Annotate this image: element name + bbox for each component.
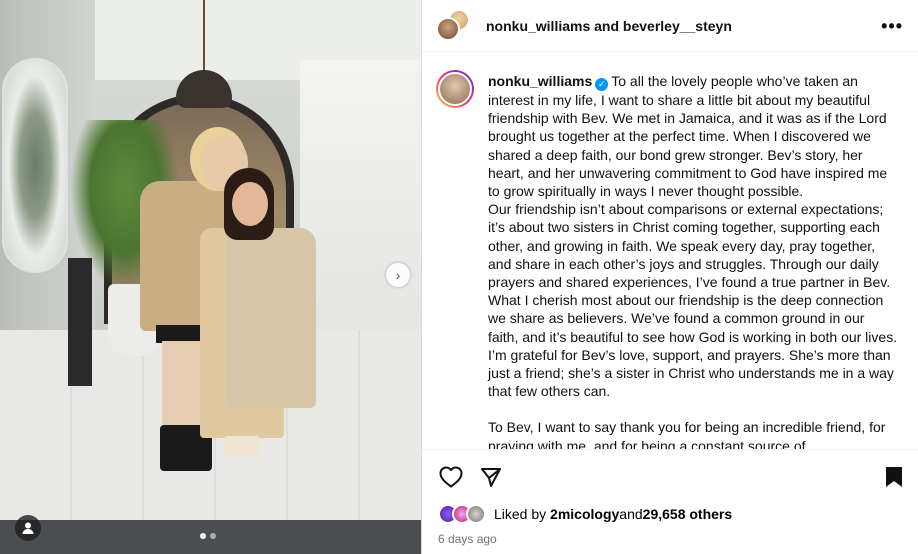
bookmark-icon (886, 467, 902, 487)
avatar (436, 16, 460, 41)
carousel-dot-active (200, 533, 206, 539)
post-details-panel: nonku_williams and beverley__steyn ••• n… (421, 0, 918, 554)
collab-avatars[interactable] (436, 8, 470, 43)
caption-paragraph-1: To all the lovely people who’ve taken an… (488, 73, 888, 200)
post-photo[interactable]: › (0, 0, 421, 554)
likes-prefix: Liked by (494, 506, 547, 522)
post-timestamp[interactable]: 6 days ago (438, 532, 497, 546)
photo-corridor (300, 60, 421, 360)
send-icon (481, 468, 501, 487)
likes-avatars (438, 504, 488, 524)
like-button[interactable] (438, 464, 464, 490)
caption-paragraph-3: To Bev, I want to say thank you for bein… (488, 419, 886, 449)
save-button[interactable] (881, 464, 907, 490)
carousel-next-button[interactable]: › (386, 263, 410, 287)
tagged-users-button[interactable] (15, 515, 41, 541)
avatar (438, 72, 472, 106)
caption-text: nonku_williams ✓ To all the lovely people … (488, 72, 898, 449)
likes-count-link[interactable]: 29,658 others (643, 506, 733, 522)
photo-pendant-wire (203, 0, 205, 72)
person-right-shoes (224, 436, 260, 456)
verified-badge-icon: ✓ (595, 78, 609, 91)
post-actions: Liked by 2micology and 29,658 others 6 d… (422, 449, 918, 554)
likes-user-link[interactable]: 2micology (550, 506, 619, 522)
caption-username[interactable]: nonku_williams (488, 73, 592, 89)
likes-middle: and (619, 506, 643, 522)
post-header: nonku_williams and beverley__steyn ••• (422, 0, 918, 52)
chevron-right-icon: › (395, 267, 401, 283)
person-right-face (232, 182, 268, 226)
heart-icon (439, 466, 463, 488)
caption-area[interactable]: nonku_williams ✓ To all the lovely people … (422, 52, 918, 449)
photo-round-mirror (2, 58, 68, 273)
carousel-indicator (200, 533, 216, 539)
caption-avatar[interactable] (436, 70, 474, 108)
caption-paragraph-2: Our friendship isn’t about comparisons o… (488, 201, 898, 400)
likes-summary[interactable]: Liked by 2micology and 29,658 others (438, 504, 732, 524)
post-author-names[interactable]: nonku_williams and beverley__steyn (486, 18, 732, 34)
avatar (466, 504, 486, 524)
share-button[interactable] (478, 464, 504, 490)
photo-radiator (68, 258, 92, 386)
carousel-dot (210, 533, 216, 539)
user-icon (22, 522, 34, 534)
more-options-icon[interactable]: ••• (881, 16, 903, 37)
photo-person-right (196, 168, 316, 480)
person-right-coat (226, 228, 316, 408)
